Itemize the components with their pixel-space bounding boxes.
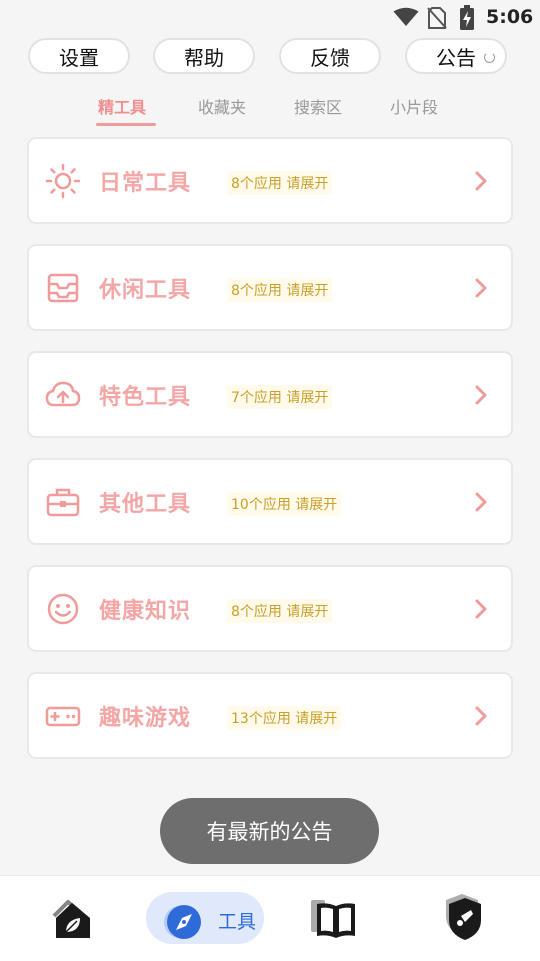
announcement-button[interactable]: 公告 — [405, 38, 507, 74]
chevron-right-icon — [475, 599, 487, 619]
help-button-label: 帮助 — [184, 45, 224, 70]
bottom-navigation: 工具 — [0, 875, 540, 961]
chevron-right-icon — [475, 706, 487, 726]
category-card-health-knowledge[interactable]: 健康知识 8个应用 请展开 — [27, 565, 513, 652]
tab-featured-tools[interactable]: 精工具 — [98, 94, 146, 118]
toast-message: 有最新的公告 — [160, 798, 379, 864]
app-count-badge: 13个应用 请展开 — [227, 706, 342, 730]
tab-snippets[interactable]: 小片段 — [390, 94, 438, 118]
feedback-button[interactable]: 反馈 — [279, 38, 381, 74]
shield-icon[interactable] — [437, 890, 493, 946]
app-count-badge: 8个应用 请展开 — [227, 599, 333, 623]
home-leaf-icon[interactable] — [44, 890, 100, 946]
nav-tools-label: 工具 — [218, 911, 257, 933]
category-title: 日常工具 — [99, 171, 192, 196]
toolbox-icon — [46, 488, 80, 517]
settings-button-label: 设置 — [59, 45, 99, 70]
loading-spinner-icon — [484, 52, 495, 63]
category-title: 特色工具 — [99, 385, 192, 410]
category-title: 趣味游戏 — [99, 706, 192, 731]
settings-button[interactable]: 设置 — [28, 38, 130, 74]
category-card-leisure-tools[interactable]: 休闲工具 8个应用 请展开 — [27, 244, 513, 331]
category-card-fun-games[interactable]: 趣味游戏 13个应用 请展开 — [27, 672, 513, 759]
category-card-special-tools[interactable]: 特色工具 7个应用 请展开 — [27, 351, 513, 438]
tab-search[interactable]: 搜索区 — [294, 94, 342, 118]
battery-charging-icon — [460, 5, 474, 30]
announcement-button-label: 公告 — [436, 45, 476, 70]
wifi-icon — [393, 7, 419, 26]
active-tab-indicator — [96, 123, 156, 126]
smiley-icon — [47, 593, 79, 625]
app-count-badge: 8个应用 请展开 — [227, 171, 333, 195]
category-card-daily-tools[interactable]: 日常工具 8个应用 请展开 — [27, 137, 513, 224]
app-count-badge: 10个应用 请展开 — [227, 492, 342, 516]
app-count-badge: 7个应用 请展开 — [227, 385, 333, 409]
compass-icon[interactable] — [158, 894, 206, 950]
chevron-right-icon — [475, 492, 487, 512]
no-sim-icon — [427, 7, 447, 29]
status-bar: 5:06 — [0, 0, 540, 36]
cloud-upload-icon — [45, 381, 81, 407]
category-title: 休闲工具 — [99, 278, 192, 303]
category-card-other-tools[interactable]: 其他工具 10个应用 请展开 — [27, 458, 513, 545]
chevron-right-icon — [475, 385, 487, 405]
chevron-right-icon — [475, 171, 487, 191]
toast-text: 有最新的公告 — [206, 820, 333, 844]
sun-icon — [45, 163, 81, 199]
chevron-right-icon — [475, 278, 487, 298]
help-button[interactable]: 帮助 — [153, 38, 255, 74]
inbox-tray-icon — [47, 273, 79, 303]
feedback-button-label: 反馈 — [310, 45, 350, 70]
book-icon[interactable] — [307, 890, 363, 946]
gamepad-icon — [45, 706, 81, 727]
app-count-badge: 8个应用 请展开 — [227, 278, 333, 302]
status-time: 5:06 — [486, 6, 534, 28]
tab-favorites[interactable]: 收藏夹 — [198, 94, 246, 118]
category-title: 健康知识 — [99, 599, 192, 624]
category-title: 其他工具 — [99, 492, 192, 517]
